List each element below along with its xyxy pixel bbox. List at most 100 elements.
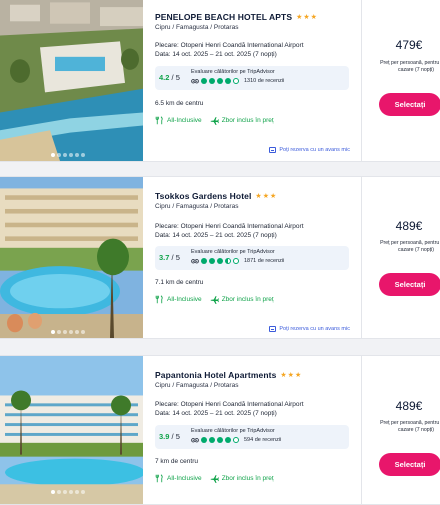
feature-all-inclusive: All-Inclusive bbox=[155, 295, 202, 304]
carousel-dot[interactable] bbox=[75, 490, 79, 494]
price-column: 479€ Preț per persoană, pentru sejur caz… bbox=[362, 0, 440, 161]
review-count[interactable]: 594 de recenzii bbox=[244, 437, 281, 443]
price-column: 489€ Preț per persoană, pentru sejur caz… bbox=[362, 356, 440, 504]
feature-all-inclusive: All-Inclusive bbox=[155, 474, 202, 483]
small-deposit-link[interactable]: Poți rezerva cu un avans mic bbox=[269, 326, 350, 332]
travel-dates: Data: 14 oct. 2025 – 21 oct. 2025 (7 nop… bbox=[155, 51, 277, 58]
departure-airport: Plecare: Otopeni Henri Coandă Internatio… bbox=[155, 42, 304, 49]
carousel-dot[interactable] bbox=[57, 330, 61, 334]
carousel-dots[interactable] bbox=[51, 153, 85, 157]
cutlery-icon bbox=[155, 295, 163, 304]
select-button[interactable]: Selectați bbox=[379, 453, 440, 476]
small-deposit-link[interactable]: Poți rezerva cu un avans mic bbox=[269, 147, 350, 153]
review-count[interactable]: 1871 de recenzii bbox=[244, 258, 284, 264]
hotel-name[interactable]: Papantonia Hotel Apartments bbox=[155, 370, 276, 380]
distance-to-center: 7 km de centru bbox=[155, 458, 198, 465]
hotel-photo bbox=[0, 177, 143, 338]
carousel-dot[interactable] bbox=[63, 490, 67, 494]
price-note: Preț per persoană, pentru sejur cazare (… bbox=[380, 60, 440, 73]
rating-bubble bbox=[217, 78, 223, 84]
rating-bubble bbox=[209, 437, 215, 443]
hotel-name[interactable]: PENELOPE BEACH HOTEL APTS bbox=[155, 12, 292, 22]
carousel-dot[interactable] bbox=[63, 153, 67, 157]
feature-flight-included: Zbor inclus în preț bbox=[210, 474, 274, 483]
review-count[interactable]: 1310 de recenzii bbox=[244, 78, 284, 84]
tripadvisor-title: Evaluare călătorilor pe TripAdvisor bbox=[191, 69, 275, 75]
carousel-dot[interactable] bbox=[69, 490, 73, 494]
hotel-location: Cipru / Famagusta / Protaras bbox=[155, 382, 239, 389]
card-icon bbox=[269, 147, 277, 153]
carousel-dot[interactable] bbox=[57, 153, 61, 157]
carousel-dot[interactable] bbox=[63, 330, 67, 334]
cutlery-icon bbox=[155, 474, 163, 483]
flight-info: Plecare: Otopeni Henri Coandă Internatio… bbox=[155, 222, 304, 240]
price: 489€ bbox=[395, 219, 423, 233]
price: 479€ bbox=[395, 38, 423, 52]
feature-all-inclusive: All-Inclusive bbox=[155, 116, 202, 125]
rating-bubble bbox=[217, 437, 223, 443]
carousel-dot[interactable] bbox=[51, 153, 55, 157]
hotel-card: PENELOPE BEACH HOTEL APTS ★★★ Cipru / Fa… bbox=[0, 0, 440, 162]
carousel-dot[interactable] bbox=[81, 490, 85, 494]
travel-dates: Data: 14 oct. 2025 – 21 oct. 2025 (7 nop… bbox=[155, 232, 277, 239]
rating-bubble bbox=[201, 258, 207, 264]
rating-score: 3.9 / 5 bbox=[159, 432, 180, 441]
carousel-dot[interactable] bbox=[51, 330, 55, 334]
hotel-info: Tsokkos Gardens Hotel ★★★ Cipru / Famagu… bbox=[155, 177, 355, 338]
hotel-stars: ★★★ bbox=[296, 14, 318, 21]
hotel-photo-carousel[interactable] bbox=[0, 177, 143, 338]
carousel-dot[interactable] bbox=[75, 153, 79, 157]
departure-airport: Plecare: Otopeni Henri Coandă Internatio… bbox=[155, 401, 304, 408]
hotel-card: Tsokkos Gardens Hotel ★★★ Cipru / Famagu… bbox=[0, 176, 440, 339]
price-note: Preț per persoană, pentru sejur cazare (… bbox=[380, 240, 440, 253]
rating-bubble bbox=[201, 437, 207, 443]
rating-bubble bbox=[225, 258, 231, 264]
travel-dates: Data: 14 oct. 2025 – 21 oct. 2025 (7 nop… bbox=[155, 410, 277, 417]
rating-bubble bbox=[233, 437, 239, 443]
hotel-stars: ★★★ bbox=[280, 372, 303, 379]
price: 489€ bbox=[395, 399, 423, 413]
carousel-dot[interactable] bbox=[81, 330, 85, 334]
carousel-dots[interactable] bbox=[51, 490, 85, 494]
rating-bubble bbox=[217, 258, 223, 264]
tripadvisor-owl-icon bbox=[191, 79, 199, 84]
tripadvisor-owl-icon bbox=[191, 438, 199, 443]
hotel-location: Cipru / Famagusta / Protaras bbox=[155, 24, 239, 31]
hotel-stars: ★★★ bbox=[255, 193, 278, 200]
carousel-dot[interactable] bbox=[69, 153, 73, 157]
select-button[interactable]: Selectați bbox=[379, 93, 440, 116]
rating-bubble bbox=[225, 78, 231, 84]
hotel-name[interactable]: Tsokkos Gardens Hotel bbox=[155, 191, 251, 201]
carousel-dots[interactable] bbox=[51, 330, 85, 334]
feature-flight-included: Zbor inclus în preț bbox=[210, 295, 274, 304]
tripadvisor-rating: 1310 de recenzii bbox=[191, 78, 284, 84]
hotel-photo bbox=[0, 0, 143, 161]
hotel-photo-carousel[interactable] bbox=[0, 0, 143, 161]
tripadvisor-rating: 1871 de recenzii bbox=[191, 258, 284, 264]
tripadvisor-owl-icon bbox=[191, 259, 199, 264]
flight-info: Plecare: Otopeni Henri Coandă Internatio… bbox=[155, 41, 304, 59]
hotel-features: All-Inclusive Zbor inclus în preț bbox=[155, 116, 274, 125]
carousel-dot[interactable] bbox=[69, 330, 73, 334]
rating-bubble bbox=[201, 78, 207, 84]
hotel-photo-carousel[interactable] bbox=[0, 356, 143, 504]
rating-box: 3.7 / 5 Evaluare călătorilor pe TripAdvi… bbox=[155, 246, 349, 270]
hotel-card: Papantonia Hotel Apartments ★★★ Cipru / … bbox=[0, 355, 440, 505]
carousel-dot[interactable] bbox=[75, 330, 79, 334]
distance-to-center: 7.1 km de centru bbox=[155, 279, 204, 286]
distance-to-center: 6.5 km de centru bbox=[155, 100, 204, 107]
carousel-dot[interactable] bbox=[51, 490, 55, 494]
rating-bubble bbox=[225, 437, 231, 443]
rating-bubble bbox=[233, 78, 239, 84]
select-button[interactable]: Selectați bbox=[379, 273, 440, 296]
card-icon bbox=[269, 326, 277, 332]
carousel-dot[interactable] bbox=[57, 490, 61, 494]
rating-box: 3.9 / 5 Evaluare călătorilor pe TripAdvi… bbox=[155, 425, 349, 449]
carousel-dot[interactable] bbox=[81, 153, 85, 157]
hotel-features: All-Inclusive Zbor inclus în preț bbox=[155, 474, 274, 483]
rating-score: 4.2 / 5 bbox=[159, 73, 180, 82]
airplane-icon bbox=[210, 117, 219, 125]
departure-airport: Plecare: Otopeni Henri Coandă Internatio… bbox=[155, 223, 304, 230]
airplane-icon bbox=[210, 475, 219, 483]
hotel-location: Cipru / Famagusta / Protaras bbox=[155, 203, 239, 210]
